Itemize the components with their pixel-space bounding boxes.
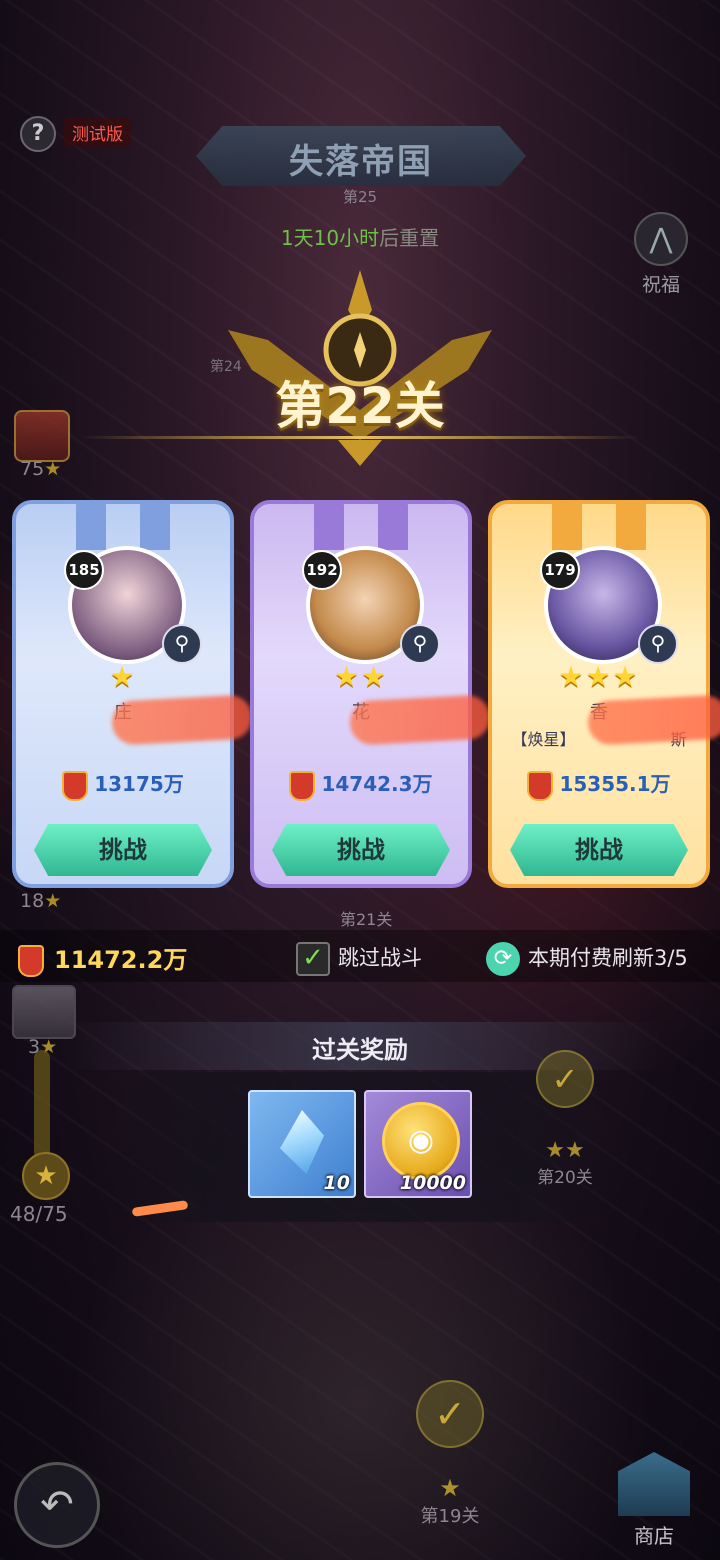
treasure-chest-icon[interactable] (14, 410, 70, 462)
shop-icon (618, 1452, 690, 1516)
challenge-button[interactable]: 挑战 (272, 824, 450, 876)
magnifier-icon[interactable]: ⚲ (638, 624, 678, 664)
bless-icon: ⋀ (634, 212, 688, 266)
refresh-button[interactable]: ⟳ 本期付费刷新3/5 (486, 942, 688, 976)
opponent-level: 185 (64, 550, 104, 590)
bless-label: 祝福 (641, 274, 680, 296)
power-shield-icon (289, 770, 316, 801)
title-subtitle: 第25 (342, 188, 378, 206)
stage-stars: ★ (439, 1474, 461, 1502)
gold-coin-icon: ◉ (382, 1102, 460, 1180)
chest-star-requirement: 75★ (20, 458, 62, 480)
shop-label: 商店 (634, 1524, 674, 1548)
magnifier-icon[interactable]: ⚲ (400, 624, 440, 664)
opponent-level: 192 (302, 550, 342, 590)
stage-stars: ★★ (545, 1138, 585, 1163)
stage-title: 第22关 (275, 377, 445, 435)
opponent-stars: ★ (109, 660, 137, 693)
redaction-scribble (110, 694, 254, 746)
reset-countdown: 1天10小时后重置 (200, 222, 520, 251)
challenge-button[interactable]: 挑战 (510, 824, 688, 876)
star-progress-text: 48/75 (10, 1202, 68, 1226)
opponent-level: 179 (540, 550, 580, 590)
opponent-power: 15355.1万 (488, 768, 710, 801)
magnifier-icon[interactable]: ⚲ (162, 624, 202, 664)
reward-item-crystal[interactable]: 10 (248, 1090, 356, 1198)
reward-title: 过关奖励 (312, 1036, 408, 1064)
power-shield-icon (527, 770, 554, 801)
reward-quantity: 10000 (399, 1172, 466, 1194)
skip-battle-toggle[interactable]: ✓ 跳过战斗 (296, 942, 422, 976)
opponent-stars: ★★★ (558, 660, 640, 693)
stage-star-count: 18★ (20, 890, 62, 912)
bless-button[interactable]: ⋀ 祝福 (630, 212, 692, 300)
reward-item-gold-coin[interactable]: ◉ 10000 (364, 1090, 472, 1198)
stage-label: 第20关 (537, 1168, 593, 1188)
stage-20-node[interactable]: ✓ ★★ 第20关 (520, 1050, 610, 1188)
test-version-badge: 测试版 (64, 118, 131, 147)
checkmark-icon: ✓ (536, 1050, 594, 1108)
help-icon[interactable]: ? (20, 116, 56, 152)
power-shield-icon (18, 945, 44, 977)
my-power: 11472.2万 (18, 940, 187, 977)
crystal-icon (280, 1110, 324, 1174)
power-shield-icon (62, 770, 89, 801)
reset-suffix: 后重置 (379, 226, 440, 250)
stage-19-node[interactable]: ✓ ★ 第19关 (400, 1380, 500, 1528)
redaction-scribble (348, 694, 492, 746)
reward-quantity: 10 (323, 1172, 350, 1194)
opponent-card[interactable]: 192 ⚲ ★★ 花 14742.3万 挑战 (250, 500, 492, 888)
back-button[interactable]: ↶ (14, 1462, 100, 1548)
reset-time: 1天10小时 (280, 226, 380, 250)
challenge-button[interactable]: 挑战 (34, 824, 212, 876)
opponent-power: 14742.3万 (250, 768, 472, 801)
shop-button[interactable]: 商店 (612, 1452, 696, 1552)
star-progress-bar (34, 1050, 50, 1160)
stage-21-label: 第21关 (340, 910, 393, 929)
refresh-icon: ⟳ (486, 942, 520, 976)
opponent-stars: ★★ (333, 660, 389, 693)
redaction-scribble (586, 694, 720, 746)
stage-label: 第19关 (420, 1506, 480, 1527)
stage-divider (80, 436, 640, 439)
star-icon: ★ (22, 1152, 70, 1200)
back-arrow-icon: ↶ (40, 1482, 74, 1528)
checkmark-icon: ✓ (416, 1380, 484, 1448)
page-title: 失落帝国 (289, 142, 433, 182)
checkbox-icon[interactable]: ✓ (296, 942, 330, 976)
opponent-power: 13175万 (12, 768, 234, 801)
opponent-card[interactable]: 179 ⚲ ★★★ 香 【焕星】 斯 15355.1万 挑战 (488, 500, 720, 888)
opponent-card[interactable]: 185 ⚲ ★ 庄 13175万 挑战 (12, 500, 254, 888)
